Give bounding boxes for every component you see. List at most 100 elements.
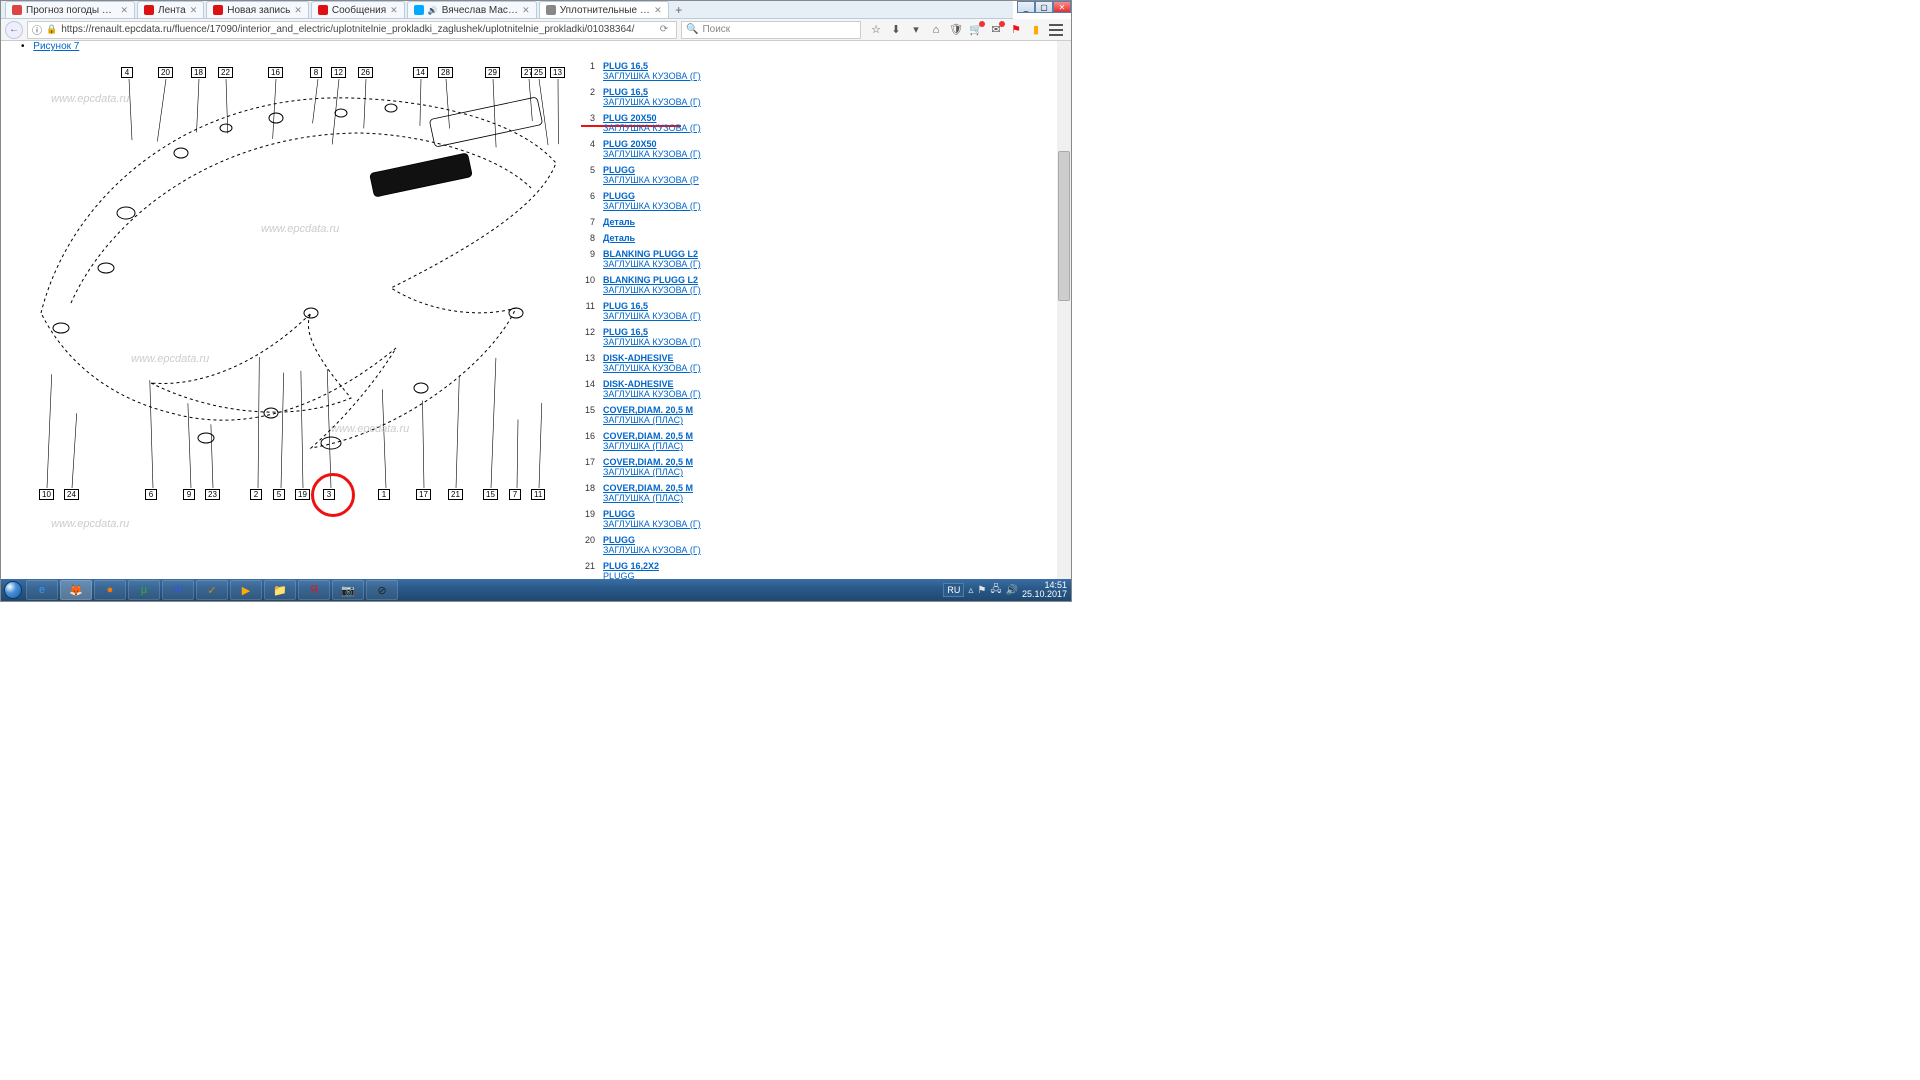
taskbar-app-9[interactable]: 📷 xyxy=(332,580,364,600)
callout-14: 14 xyxy=(413,67,428,78)
home-icon[interactable]: ⌂ xyxy=(929,23,943,37)
taskbar-app-1[interactable]: 🦊 xyxy=(60,580,92,600)
downloads-icon[interactable]: ▾ xyxy=(909,23,923,37)
part-sub-link[interactable]: ЗАГЛУШКА (ПЛАС) xyxy=(603,415,693,425)
part-name-link[interactable]: COVER,DIAM. 20,5 M xyxy=(603,405,693,415)
part-name-link[interactable]: PLUG 16,5 xyxy=(603,61,701,71)
part-name-link[interactable]: Деталь xyxy=(603,217,635,227)
tab-title: Новая запись xyxy=(227,5,290,16)
search-box[interactable]: 🔍 Поиск xyxy=(681,21,861,39)
part-name-link[interactable]: DISK-ADHESIVE xyxy=(603,353,701,363)
part-name-link[interactable]: COVER,DIAM. 20,5 M xyxy=(603,457,693,467)
reload-button[interactable]: ⟳ xyxy=(656,24,672,35)
part-sub-link[interactable]: ЗАГЛУШКА КУЗОВА (Г) xyxy=(603,363,701,373)
part-sub-link[interactable]: ЗАГЛУШКА КУЗОВА (Г) xyxy=(603,149,701,159)
tab-0[interactable]: Прогноз погоды в Калуге н✕ xyxy=(5,1,135,18)
tray-clock[interactable]: 14:51 25.10.2017 xyxy=(1022,581,1067,599)
vertical-scrollbar[interactable] xyxy=(1057,41,1071,579)
part-name-link[interactable]: PLUGG xyxy=(603,165,699,175)
part-sub-link[interactable]: ЗАГЛУШКА КУЗОВА (Г) xyxy=(603,285,701,295)
taskbar-app-4[interactable]: W xyxy=(162,580,194,600)
part-name-link[interactable]: Деталь xyxy=(603,233,635,243)
taskbar-app-3[interactable]: µ xyxy=(128,580,160,600)
taskbar-app-8[interactable]: Я xyxy=(298,580,330,600)
part-name-link[interactable]: COVER,DIAM. 20,5 M xyxy=(603,483,693,493)
taskbar-app-7[interactable]: 📁 xyxy=(264,580,296,600)
part-sub-link[interactable]: ЗАГЛУШКА КУЗОВА (Г) xyxy=(603,545,701,555)
audio-icon[interactable]: 🔊 xyxy=(428,6,438,15)
start-button[interactable] xyxy=(1,579,25,601)
mail-icon[interactable]: ✉ xyxy=(989,23,1003,37)
tab-2[interactable]: Новая запись ✕ xyxy=(206,1,309,18)
tray-volume-icon[interactable]: 🔊 xyxy=(1006,585,1018,596)
part-row-9: 9BLANKING PLUGG L2ЗАГЛУШКА КУЗОВА (Г) xyxy=(581,249,781,269)
tray-chevron-icon[interactable]: ▵ xyxy=(968,585,973,596)
part-sub-link[interactable]: ЗАГЛУШКА КУЗОВА (Г) xyxy=(603,389,701,399)
cart-icon[interactable]: 🛒 xyxy=(969,23,983,37)
taskbar-app-2[interactable]: ● xyxy=(94,580,126,600)
taskbar-app-5[interactable]: ✓ xyxy=(196,580,228,600)
bookmark-star-icon[interactable]: ☆ xyxy=(869,23,883,37)
part-name-link[interactable]: COVER,DIAM. 20,5 M xyxy=(603,431,693,441)
tab-close-icon[interactable]: ✕ xyxy=(654,5,662,16)
part-name-link[interactable]: BLANKING PLUGG L2 xyxy=(603,275,701,285)
tab-3[interactable]: Сообщения✕ xyxy=(311,1,405,18)
taskbar-app-6[interactable]: ▶ xyxy=(230,580,262,600)
menu-button[interactable] xyxy=(1049,23,1063,37)
part-sub-link[interactable]: ЗАГЛУШКА КУЗОВА (Г) xyxy=(603,259,701,269)
part-number: 1 xyxy=(581,61,595,81)
part-sub-link[interactable]: ЗАГЛУШКА КУЗОВА (Г) xyxy=(603,123,701,133)
tab-1[interactable]: Лента✕ xyxy=(137,1,204,18)
info-icon[interactable]: ⓘ xyxy=(32,22,42,37)
part-sub-link[interactable]: ЗАГЛУШКА КУЗОВА (Г) xyxy=(603,71,701,81)
part-name-link[interactable]: PLUG 16,5 xyxy=(603,327,701,337)
part-name-link[interactable]: BLANKING PLUGG L2 xyxy=(603,249,701,259)
tab-close-icon[interactable]: ✕ xyxy=(522,5,530,16)
part-sub-link[interactable]: ЗАГЛУШКА КУЗОВА (Г) xyxy=(603,201,701,211)
part-name-link[interactable]: PLUG 16,5 xyxy=(603,301,701,311)
shield-icon[interactable]: 🛡 xyxy=(949,23,963,37)
tab-close-icon[interactable]: ✕ xyxy=(390,5,398,16)
new-tab-button[interactable]: + xyxy=(671,1,687,18)
part-name-link[interactable]: PLUG 20X50 xyxy=(603,139,701,149)
url-bar[interactable]: ⓘ 🔒 https://renault.epcdata.ru/fluence/1… xyxy=(27,21,677,39)
tab-close-icon[interactable]: ✕ xyxy=(190,5,198,16)
part-sub-link[interactable]: ЗАГЛУШКА (ПЛАС) xyxy=(603,493,693,503)
part-name-link[interactable]: PLUGG xyxy=(603,509,701,519)
close-button[interactable]: ✕ xyxy=(1053,1,1071,13)
tray-network-icon[interactable]: 🖧 xyxy=(990,582,1001,599)
tab-5[interactable]: Уплотнительные прокладки н✕ xyxy=(539,1,669,18)
tab-4[interactable]: 🔊Вячеслав Масников — …✕ xyxy=(407,1,537,18)
app-icon: e xyxy=(39,584,45,596)
part-name-link[interactable]: PLUGG xyxy=(603,191,701,201)
language-indicator[interactable]: RU xyxy=(943,583,964,597)
flag-icon[interactable]: ⚑ xyxy=(1009,23,1023,37)
scrollbar-thumb[interactable] xyxy=(1058,151,1070,301)
taskbar-app-10[interactable]: ⊘ xyxy=(366,580,398,600)
tab-close-icon[interactable]: ✕ xyxy=(294,5,302,16)
tray-flag-icon[interactable]: ⚑ xyxy=(977,585,986,596)
part-sub-link[interactable]: ЗАГЛУШКА КУЗОВА (Р xyxy=(603,175,699,185)
part-sub-link[interactable]: PLUGG xyxy=(603,571,659,579)
tab-close-icon[interactable]: ✕ xyxy=(120,5,128,16)
part-sub-link[interactable]: ЗАГЛУШКА КУЗОВА (Г) xyxy=(603,97,701,107)
watermark: www.epcdata.ru xyxy=(331,423,409,435)
part-sub-link[interactable]: ЗАГЛУШКА (ПЛАС) xyxy=(603,467,693,477)
part-name-link[interactable]: PLUGG xyxy=(603,535,701,545)
pocket-icon[interactable]: ⬇ xyxy=(889,23,903,37)
taskbar-app-0[interactable]: e xyxy=(26,580,58,600)
part-sub-link[interactable]: ЗАГЛУШКА КУЗОВА (Г) xyxy=(603,311,701,321)
breadcrumb-link[interactable]: Рисунок 7 xyxy=(33,41,79,52)
maximize-button[interactable]: ▢ xyxy=(1035,1,1053,13)
minimize-button[interactable]: _ xyxy=(1017,1,1035,13)
back-button[interactable]: ← xyxy=(5,21,23,39)
part-sub-link[interactable]: ЗАГЛУШКА (ПЛАС) xyxy=(603,441,693,451)
part-name-link[interactable]: PLUG 16,5 xyxy=(603,87,701,97)
callout-15: 15 xyxy=(483,489,498,500)
part-sub-link[interactable]: ЗАГЛУШКА КУЗОВА (Г) xyxy=(603,519,701,529)
part-name-link[interactable]: DISK-ADHESIVE xyxy=(603,379,701,389)
part-name-link[interactable]: PLUG 20X50 xyxy=(603,113,701,123)
part-sub-link[interactable]: ЗАГЛУШКА КУЗОВА (Г) xyxy=(603,337,701,347)
note-icon[interactable]: ▮ xyxy=(1029,23,1043,37)
part-name-link[interactable]: PLUG 16,2X2 xyxy=(603,561,659,571)
